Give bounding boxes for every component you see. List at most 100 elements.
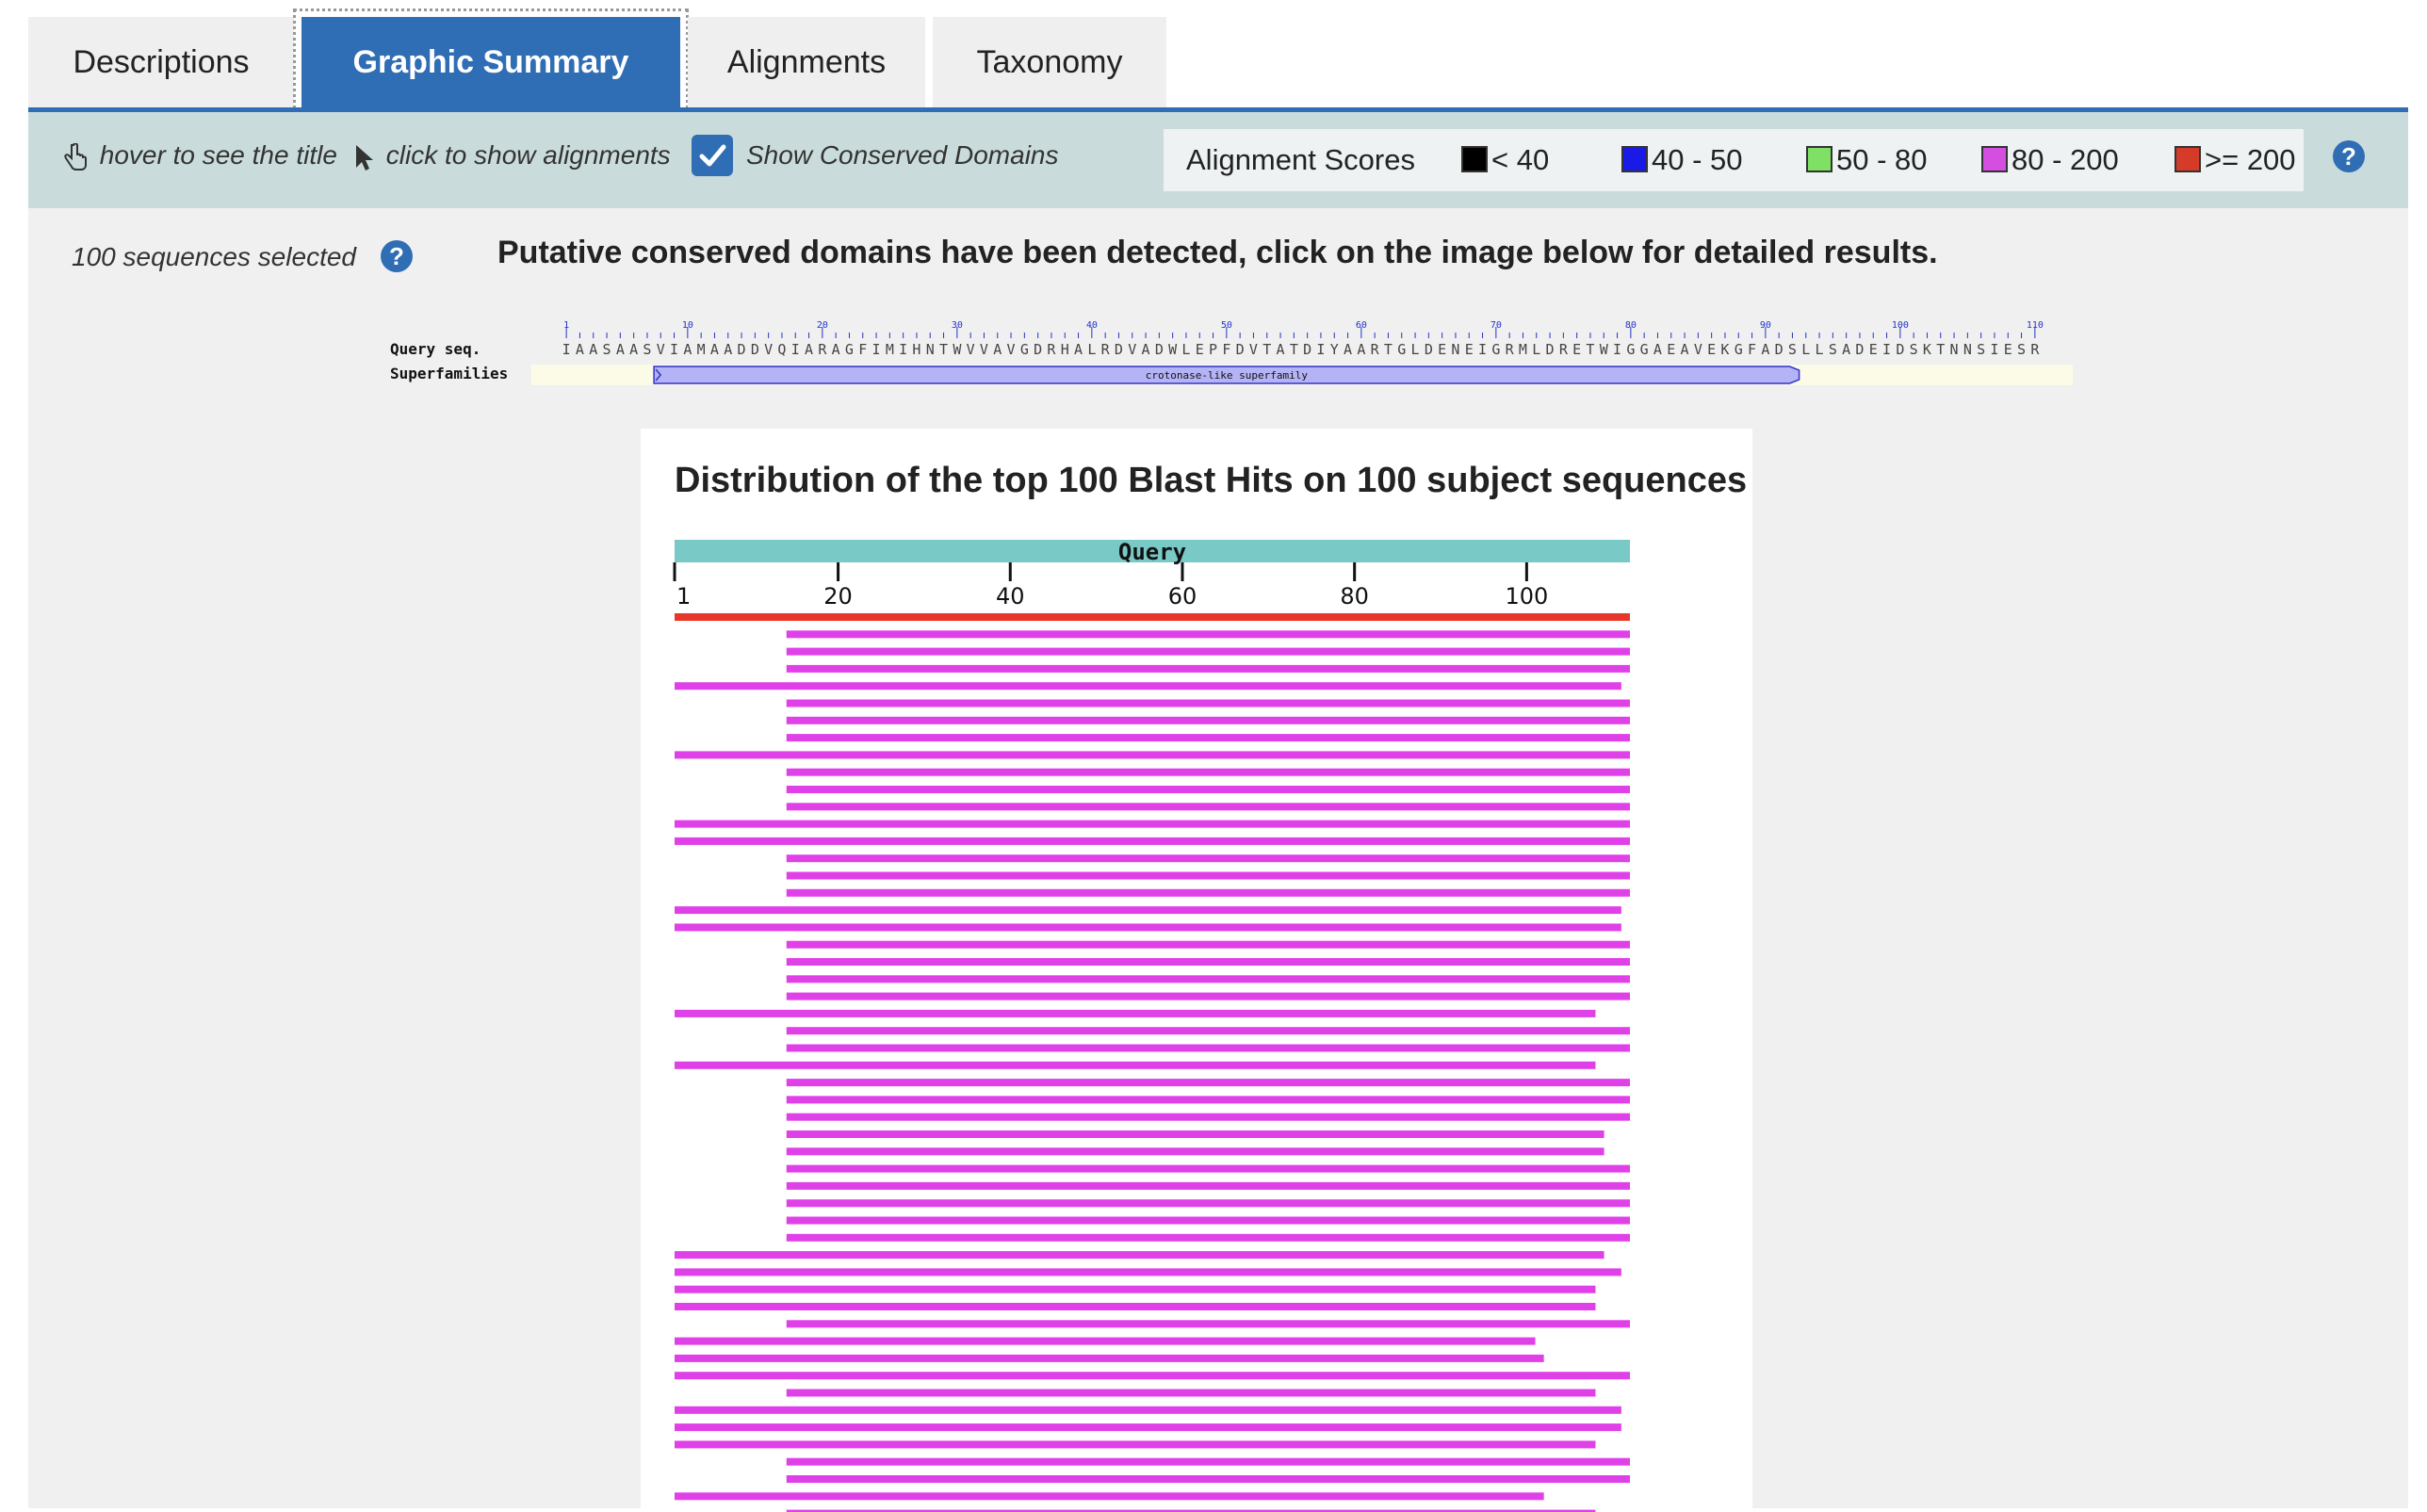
residue-letter: E (1465, 341, 1474, 358)
residue-letter: V (1249, 341, 1258, 358)
hit-bar[interactable] (675, 906, 1621, 915)
hand-pointer-icon (64, 142, 87, 171)
ruler-label: 70 (1490, 320, 1502, 331)
axis-tick-label: 40 (996, 583, 1025, 610)
hit-bar[interactable] (786, 1113, 1630, 1121)
hit-bar[interactable] (675, 923, 1621, 932)
hit-bar[interactable] (786, 958, 1630, 966)
hit-bar[interactable] (675, 682, 1621, 691)
hit-bar[interactable] (786, 992, 1630, 1000)
residue-letter: A (589, 341, 597, 358)
axis-tick-label: 20 (823, 583, 853, 610)
hit-bar[interactable] (786, 1096, 1630, 1104)
residue-letter: E (1667, 341, 1675, 358)
hit-bar[interactable] (675, 1285, 1596, 1293)
residue-letter: A (724, 341, 732, 358)
cdd-message: Putative conserved domains have been det… (497, 235, 1938, 270)
residue-letter: L (1087, 341, 1096, 358)
tab-taxonomy[interactable]: Taxonomy (933, 17, 1166, 107)
residue-letter: T (1262, 341, 1271, 358)
residue-letter: S (1977, 341, 1985, 358)
hit-bar[interactable] (675, 1440, 1596, 1449)
residue-letter: V (1007, 341, 1016, 358)
hit-bar[interactable] (786, 1457, 1630, 1466)
hit-bar[interactable] (786, 854, 1630, 863)
hit-bar[interactable] (786, 871, 1630, 880)
legend-item: < 40 (1461, 129, 1549, 191)
residue-letter: I (1990, 341, 1998, 358)
hit-bar[interactable] (786, 1044, 1630, 1052)
residue-letter: S (1910, 341, 1918, 358)
hit-bar[interactable] (786, 786, 1630, 793)
hit-bar[interactable] (786, 888, 1630, 897)
residue-letter: I (562, 341, 571, 358)
tab-graphic-summary[interactable]: Graphic Summary (293, 8, 689, 116)
show-cdd-checkbox[interactable] (692, 135, 733, 176)
residue-letter: M (886, 341, 894, 358)
hit-bar[interactable] (786, 699, 1630, 707)
residue-letter: A (1277, 341, 1285, 358)
hit-bar[interactable] (786, 716, 1630, 724)
hit-bar[interactable] (786, 1216, 1630, 1225)
tab-alignments[interactable]: Alignments (688, 17, 925, 107)
hit-bar[interactable] (675, 1423, 1621, 1432)
hit-bar[interactable] (675, 1492, 1544, 1501)
hit-bar[interactable] (675, 1251, 1604, 1260)
residue-letter: F (1222, 341, 1230, 358)
hit-bar[interactable] (675, 1406, 1621, 1414)
selection-help-icon[interactable]: ? (381, 240, 413, 272)
hit-bar[interactable] (675, 613, 1630, 621)
hit-bar[interactable] (675, 1354, 1544, 1362)
hit-bar[interactable] (786, 1164, 1630, 1173)
residue-letter: T (1384, 341, 1393, 358)
residue-letter: R (1101, 341, 1111, 358)
axis-tick-label: 80 (1340, 583, 1369, 610)
hit-bar[interactable] (786, 1389, 1596, 1397)
hit-bar[interactable] (786, 1199, 1630, 1208)
hit-bar[interactable] (786, 940, 1630, 949)
residue-letter: D (1155, 341, 1164, 358)
hit-bar[interactable] (675, 1372, 1630, 1380)
residue-letter: P (1209, 341, 1217, 358)
cdd-graphic[interactable]: Query seq. Superfamilies 1 10 20 30 40 50 60 70… (390, 319, 2073, 414)
residue-letter: D (1855, 341, 1864, 358)
hit-bar[interactable] (786, 975, 1630, 984)
hit-bar[interactable] (786, 630, 1630, 639)
hit-bar[interactable] (675, 1303, 1596, 1310)
tab-descriptions[interactable]: Descriptions (28, 17, 294, 107)
residue-letter: I (1478, 341, 1487, 358)
hit-bar[interactable] (786, 1147, 1604, 1156)
hit-bar[interactable] (786, 1320, 1630, 1328)
ruler-label: 100 (1892, 320, 1909, 331)
hit-bar[interactable] (786, 664, 1630, 673)
show-cdd-label[interactable]: Show Conserved Domains (746, 112, 1059, 199)
hit-bar[interactable] (786, 1233, 1630, 1242)
hit-bar[interactable] (786, 734, 1630, 742)
hit-bar[interactable] (786, 647, 1630, 656)
hit-bar[interactable] (675, 1268, 1621, 1276)
hit-bar[interactable] (675, 1009, 1596, 1017)
hit-bar[interactable] (675, 837, 1630, 845)
legend-label: >= 200 (2205, 143, 2296, 176)
residue-letter: D (1775, 341, 1784, 358)
hit-bar[interactable] (786, 1181, 1630, 1190)
legend-help-icon[interactable]: ? (2333, 140, 2365, 172)
hit-bar[interactable] (786, 1079, 1630, 1087)
hit-bar[interactable] (675, 1061, 1596, 1069)
hit-bar[interactable] (786, 803, 1630, 811)
hit-bar[interactable] (786, 1475, 1630, 1483)
residue-letter: R (1506, 341, 1515, 358)
hit-bar[interactable] (786, 1130, 1604, 1138)
residue-letter: D (1896, 341, 1904, 358)
residue-letter: G (1626, 341, 1635, 358)
hit-distribution-graphic: Distribution of the top 100 Blast Hits o… (641, 429, 1752, 1512)
hit-bar[interactable] (675, 820, 1630, 828)
hit-bar[interactable] (786, 768, 1630, 776)
residue-letter: L (1181, 341, 1190, 358)
hit-bar[interactable] (786, 1027, 1630, 1035)
hit-bar[interactable] (675, 751, 1630, 759)
residue-letter: H (912, 341, 920, 358)
hit-bar[interactable] (675, 1337, 1536, 1345)
legend-label: < 40 (1491, 143, 1550, 176)
legend-label: 50 - 80 (1836, 143, 1928, 176)
